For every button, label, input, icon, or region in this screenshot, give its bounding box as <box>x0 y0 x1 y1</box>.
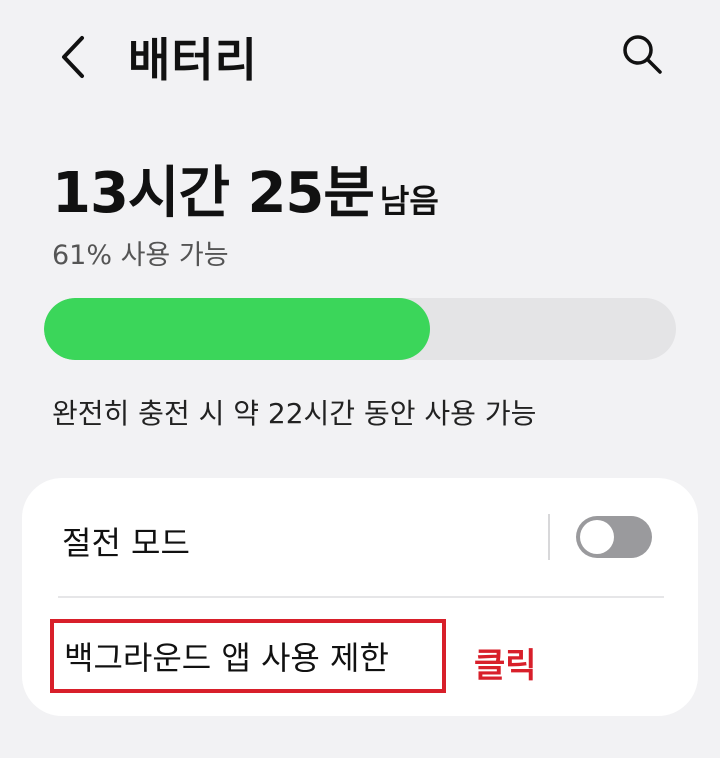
back-button[interactable] <box>52 30 100 84</box>
background-limit-item[interactable]: 백그라운드 앱 사용 제한 <box>50 619 446 693</box>
time-remaining-value: 13시간 25분 <box>52 161 375 226</box>
power-saving-toggle[interactable] <box>576 516 652 558</box>
full-charge-estimate: 완전히 충전 시 약 22시간 동안 사용 가능 <box>52 397 537 430</box>
battery-percent-text: 61% 사용 가능 <box>52 240 229 271</box>
battery-level-bar <box>44 298 676 360</box>
divider <box>58 596 664 598</box>
chevron-left-icon <box>62 36 84 78</box>
time-remaining-suffix: 남음 <box>379 182 439 220</box>
click-annotation: 클릭 <box>474 646 537 686</box>
power-saving-label[interactable]: 절전 모드 <box>62 518 190 564</box>
battery-level-fill <box>44 298 430 360</box>
time-remaining: 13시간 25분 남음 <box>52 148 439 229</box>
divider <box>548 514 550 560</box>
page-title: 배터리 <box>128 33 258 87</box>
toggle-knob <box>580 520 614 554</box>
search-button[interactable] <box>618 30 666 78</box>
app-header: 배터리 <box>0 0 720 110</box>
settings-card: 절전 모드 백그라운드 앱 사용 제한 클릭 <box>22 478 698 716</box>
search-icon <box>623 35 662 74</box>
background-limit-label: 백그라운드 앱 사용 제한 <box>64 639 389 677</box>
